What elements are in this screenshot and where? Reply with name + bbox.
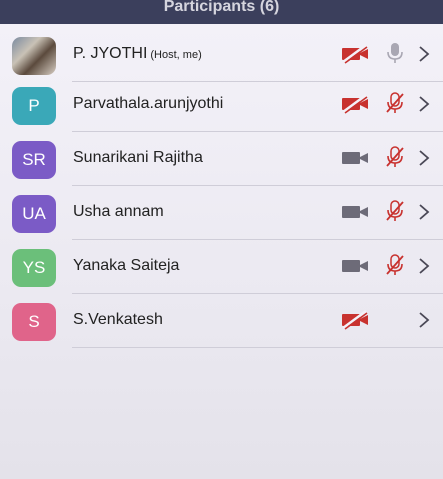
mic-on-icon[interactable]	[384, 42, 406, 64]
participant-name: Yanaka Saiteja	[73, 257, 180, 274]
participant-row[interactable]: UA Usha annam	[0, 186, 443, 240]
chevron-right-icon[interactable]	[418, 95, 430, 113]
participant-name-text: P. JYOTHI	[73, 45, 148, 62]
chevron-right-icon[interactable]	[418, 257, 430, 275]
avatar: S	[12, 303, 56, 341]
participant-row[interactable]: S S.Venkatesh	[0, 294, 443, 348]
participant-row[interactable]: P Parvathala.arunjyothi	[0, 78, 443, 132]
video-off-icon[interactable]	[340, 44, 370, 64]
avatar	[12, 37, 56, 75]
avatar: SR	[12, 141, 56, 179]
participants-list: P. JYOTHI (Host, me) P Parvathala.arunjyo…	[0, 24, 443, 479]
participant-row[interactable]: YS Yanaka Saiteja	[0, 240, 443, 294]
chevron-right-icon[interactable]	[418, 45, 430, 63]
chevron-right-icon[interactable]	[418, 149, 430, 167]
video-on-icon[interactable]	[340, 256, 370, 276]
host-tag: (Host, me)	[150, 49, 202, 61]
header-title: Participants (6)	[163, 0, 280, 15]
avatar: P	[12, 87, 56, 125]
video-off-icon[interactable]	[340, 94, 370, 114]
video-on-icon[interactable]	[340, 202, 370, 222]
chevron-right-icon[interactable]	[418, 203, 430, 221]
video-on-icon[interactable]	[340, 148, 370, 168]
mic-muted-icon[interactable]	[384, 92, 406, 114]
participant-row[interactable]: SR Sunarikani Rajitha	[0, 132, 443, 186]
participants-header: Participants (6)	[0, 0, 443, 24]
participant-name: P. JYOTHI (Host, me)	[73, 45, 202, 63]
mic-muted-icon[interactable]	[384, 254, 406, 276]
video-off-icon[interactable]	[340, 310, 370, 330]
participant-name: Parvathala.arunjyothi	[73, 95, 224, 112]
participant-name: Usha annam	[73, 203, 164, 220]
participant-row[interactable]: P. JYOTHI (Host, me)	[0, 28, 443, 82]
mic-muted-icon[interactable]	[384, 146, 406, 168]
participant-name: Sunarikani Rajitha	[73, 149, 203, 166]
avatar: YS	[12, 249, 56, 287]
avatar: UA	[12, 195, 56, 233]
participant-name: S.Venkatesh	[73, 311, 163, 328]
mic-muted-icon[interactable]	[384, 200, 406, 222]
chevron-right-icon[interactable]	[418, 311, 430, 329]
